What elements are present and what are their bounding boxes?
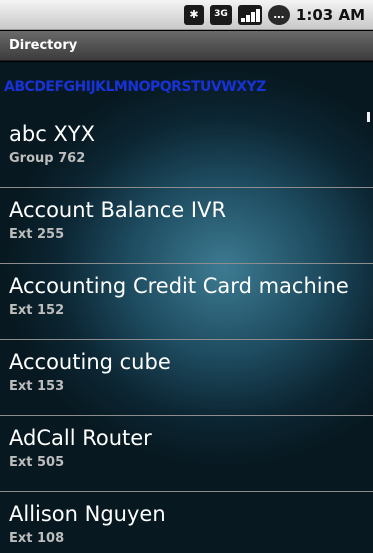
contact-name: AdCall Router <box>9 426 152 450</box>
contact-item[interactable]: AdCall Router Ext 505 <box>0 416 373 492</box>
page-title: Directory <box>9 38 78 53</box>
contact-name: Allison Nguyen <box>9 502 166 526</box>
contact-item[interactable]: Account Balance IVR Ext 255 <box>0 188 373 264</box>
contact-name: Accounting Credit Card machine <box>9 274 349 298</box>
contact-name: Account Balance IVR <box>9 198 227 222</box>
contact-item[interactable]: abc XYX Group 762 <box>0 112 373 188</box>
status-time: 1:03 AM <box>295 5 365 24</box>
contact-extension: Ext 255 <box>9 227 65 242</box>
signal-strength-icon <box>237 4 262 25</box>
contact-extension: Group 762 <box>9 151 86 166</box>
network-3g-icon: 3G <box>209 4 232 25</box>
contact-extension: Ext 152 <box>9 303 65 318</box>
alphabet-index[interactable]: ABCDEFGHIJKLMNOPQRSTUVWXYZ <box>0 62 373 112</box>
status-bar: ✱ 3G … 1:03 AM <box>0 0 373 30</box>
contact-name: Accouting cube <box>9 350 171 374</box>
title-bar: Directory <box>0 31 373 61</box>
contact-name: abc XYX <box>9 122 96 146</box>
bluetooth-icon: ✱ <box>183 4 204 25</box>
contact-list: abc XYX Group 762 Account Balance IVR Ex… <box>0 112 373 553</box>
contact-item[interactable]: Accouting cube Ext 153 <box>0 340 373 416</box>
contact-extension: Ext 505 <box>9 455 65 470</box>
contact-item[interactable]: Allison Nguyen Ext 108 <box>0 492 373 553</box>
contact-item[interactable]: Accounting Credit Card machine Ext 152 <box>0 264 373 340</box>
directory-list-area: ABCDEFGHIJKLMNOPQRSTUVWXYZ abc XYX Group… <box>0 62 373 553</box>
contact-extension: Ext 108 <box>9 531 65 546</box>
contact-extension: Ext 153 <box>9 379 65 394</box>
network-label: 3G <box>214 9 228 19</box>
talk-icon: … <box>267 4 290 25</box>
